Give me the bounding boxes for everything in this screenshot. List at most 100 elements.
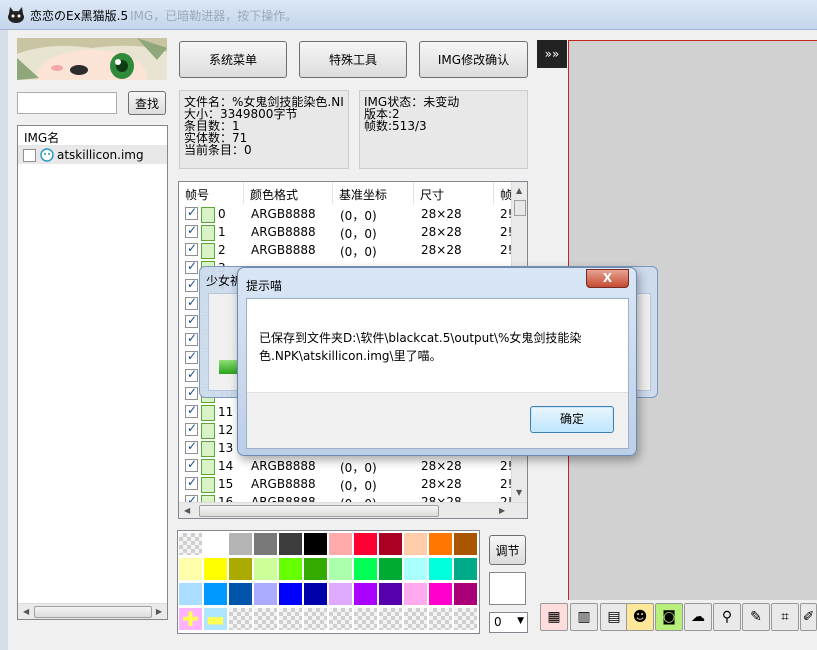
color-swatch[interactable]	[353, 582, 378, 606]
img-list-hscrollbar[interactable]: ◀ ▶	[18, 603, 167, 619]
color-swatch[interactable]	[253, 532, 278, 556]
color-swatch[interactable]	[278, 532, 303, 556]
img-list[interactable]: IMG名 atskillicon.img ◀ ▶	[17, 125, 168, 620]
color-swatch[interactable]	[328, 557, 353, 581]
color-swatch[interactable]	[378, 532, 403, 556]
color-swatch[interactable]	[353, 532, 378, 556]
frame-checkbox[interactable]	[185, 295, 198, 310]
color-swatch[interactable]	[378, 557, 403, 581]
color-swatch[interactable]	[278, 582, 303, 606]
color-swatch[interactable]	[253, 557, 278, 581]
color-swatch[interactable]	[428, 582, 453, 606]
color-swatch[interactable]	[403, 557, 428, 581]
column-header[interactable]: 颜色格式	[244, 182, 333, 204]
scroll-left-icon[interactable]: ◀	[23, 607, 29, 616]
frame-checkbox[interactable]	[185, 457, 198, 472]
column-header[interactable]: 帧号	[179, 182, 244, 204]
empty-swatch[interactable]	[253, 607, 278, 631]
empty-swatch[interactable]	[278, 607, 303, 631]
empty-swatch[interactable]	[353, 607, 378, 631]
img-confirm-button[interactable]: IMG修改确认	[419, 41, 528, 78]
color-swatch[interactable]	[453, 582, 478, 606]
special-tools-button[interactable]: 特殊工具	[299, 41, 407, 78]
list-item[interactable]: atskillicon.img	[18, 146, 167, 164]
close-button[interactable]: X	[586, 269, 629, 288]
table-row[interactable]: 0ARGB8888(0，0)28×282!	[179, 205, 512, 223]
color-swatch[interactable]	[228, 557, 253, 581]
empty-swatch[interactable]	[303, 607, 328, 631]
empty-swatch[interactable]	[228, 607, 253, 631]
frame-checkbox[interactable]	[185, 241, 198, 256]
value-select[interactable]: 0 ▼	[489, 612, 528, 633]
color-swatch[interactable]	[428, 557, 453, 581]
color-swatch[interactable]	[203, 582, 228, 606]
remove-color-icon[interactable]: ▬	[203, 607, 228, 631]
frame-checkbox[interactable]	[185, 421, 198, 436]
drawing-icon[interactable]: ✎	[742, 603, 770, 631]
scroll-down-icon[interactable]: ▼	[516, 488, 522, 497]
empty-swatch[interactable]	[378, 607, 403, 631]
color-swatch[interactable]	[303, 532, 328, 556]
table-row[interactable]: 1ARGB8888(0，0)28×282!	[179, 223, 512, 241]
empty-swatch[interactable]	[453, 607, 478, 631]
search-input[interactable]	[17, 92, 117, 114]
frame-checkbox[interactable]	[185, 259, 198, 274]
scrollbar-thumb[interactable]	[199, 505, 439, 517]
cat-icon[interactable]: ☻	[626, 603, 654, 631]
color-swatch[interactable]	[228, 532, 253, 556]
chevron-down-icon[interactable]: ▼	[517, 616, 524, 626]
cloud-icon[interactable]: ☁	[684, 603, 712, 631]
color-swatch[interactable]	[403, 532, 428, 556]
magnifier-icon[interactable]: ⚲	[713, 603, 741, 631]
pen-icon[interactable]: ✐	[800, 603, 817, 631]
frame-checkbox[interactable]	[185, 403, 198, 418]
camera-icon[interactable]: ◙	[655, 603, 683, 631]
empty-swatch[interactable]	[178, 532, 203, 556]
frame-checkbox[interactable]	[185, 385, 198, 400]
scroll-right-icon[interactable]: ▶	[156, 607, 162, 616]
img-list-header[interactable]: IMG名	[18, 126, 167, 146]
panel-toggle-button[interactable]: »»	[537, 40, 567, 68]
color-swatch[interactable]	[303, 557, 328, 581]
empty-swatch[interactable]	[428, 607, 453, 631]
color-swatch[interactable]	[303, 582, 328, 606]
empty-swatch[interactable]	[328, 607, 353, 631]
scroll-left-icon[interactable]: ◀	[184, 506, 190, 515]
scroll-right-icon[interactable]: ▶	[499, 506, 505, 515]
frame-checkbox[interactable]	[185, 205, 198, 220]
table-row[interactable]: 15ARGB8888(0，0)28×282!	[179, 475, 512, 493]
color-swatch[interactable]	[328, 582, 353, 606]
scrollbar-thumb[interactable]	[514, 200, 526, 216]
frame-checkbox[interactable]	[185, 331, 198, 346]
add-color-icon[interactable]: ✚	[178, 607, 203, 631]
frame-checkbox[interactable]	[185, 223, 198, 238]
color-swatch[interactable]	[203, 532, 228, 556]
color-swatch[interactable]	[178, 557, 203, 581]
frame-checkbox[interactable]	[185, 475, 198, 490]
color-swatch[interactable]	[203, 557, 228, 581]
color-swatch[interactable]	[228, 582, 253, 606]
scrollbar-thumb[interactable]	[34, 606, 152, 618]
color-palette[interactable]: ✚ ▬	[177, 530, 480, 634]
scroll-up-icon[interactable]: ▲	[516, 186, 522, 195]
adjust-button[interactable]: 调节	[489, 535, 526, 565]
frame-table-hscrollbar[interactable]: ◀ ▶	[179, 502, 527, 518]
frame-checkbox[interactable]	[185, 277, 198, 292]
column-header[interactable]: 尺寸	[414, 182, 494, 204]
color-swatch[interactable]	[353, 557, 378, 581]
frame-checkbox[interactable]	[185, 349, 198, 364]
search-button[interactable]: 查找	[128, 91, 166, 115]
color-bars-icon[interactable]: ▥	[570, 603, 598, 631]
color-swatch[interactable]	[403, 582, 428, 606]
column-header[interactable]: 基准坐标	[333, 182, 414, 204]
img-checkbox[interactable]	[23, 148, 36, 162]
color-swatch[interactable]	[378, 582, 403, 606]
frame-checkbox[interactable]	[185, 439, 198, 454]
frame-checkbox[interactable]	[185, 313, 198, 328]
table-row[interactable]: 2ARGB8888(0，0)28×282!	[179, 241, 512, 259]
crop-icon[interactable]: ⌗	[771, 603, 799, 631]
color-swatch[interactable]	[278, 557, 303, 581]
film-icon[interactable]: ▤	[600, 603, 628, 631]
color-swatch[interactable]	[253, 582, 278, 606]
color-swatch[interactable]	[453, 557, 478, 581]
